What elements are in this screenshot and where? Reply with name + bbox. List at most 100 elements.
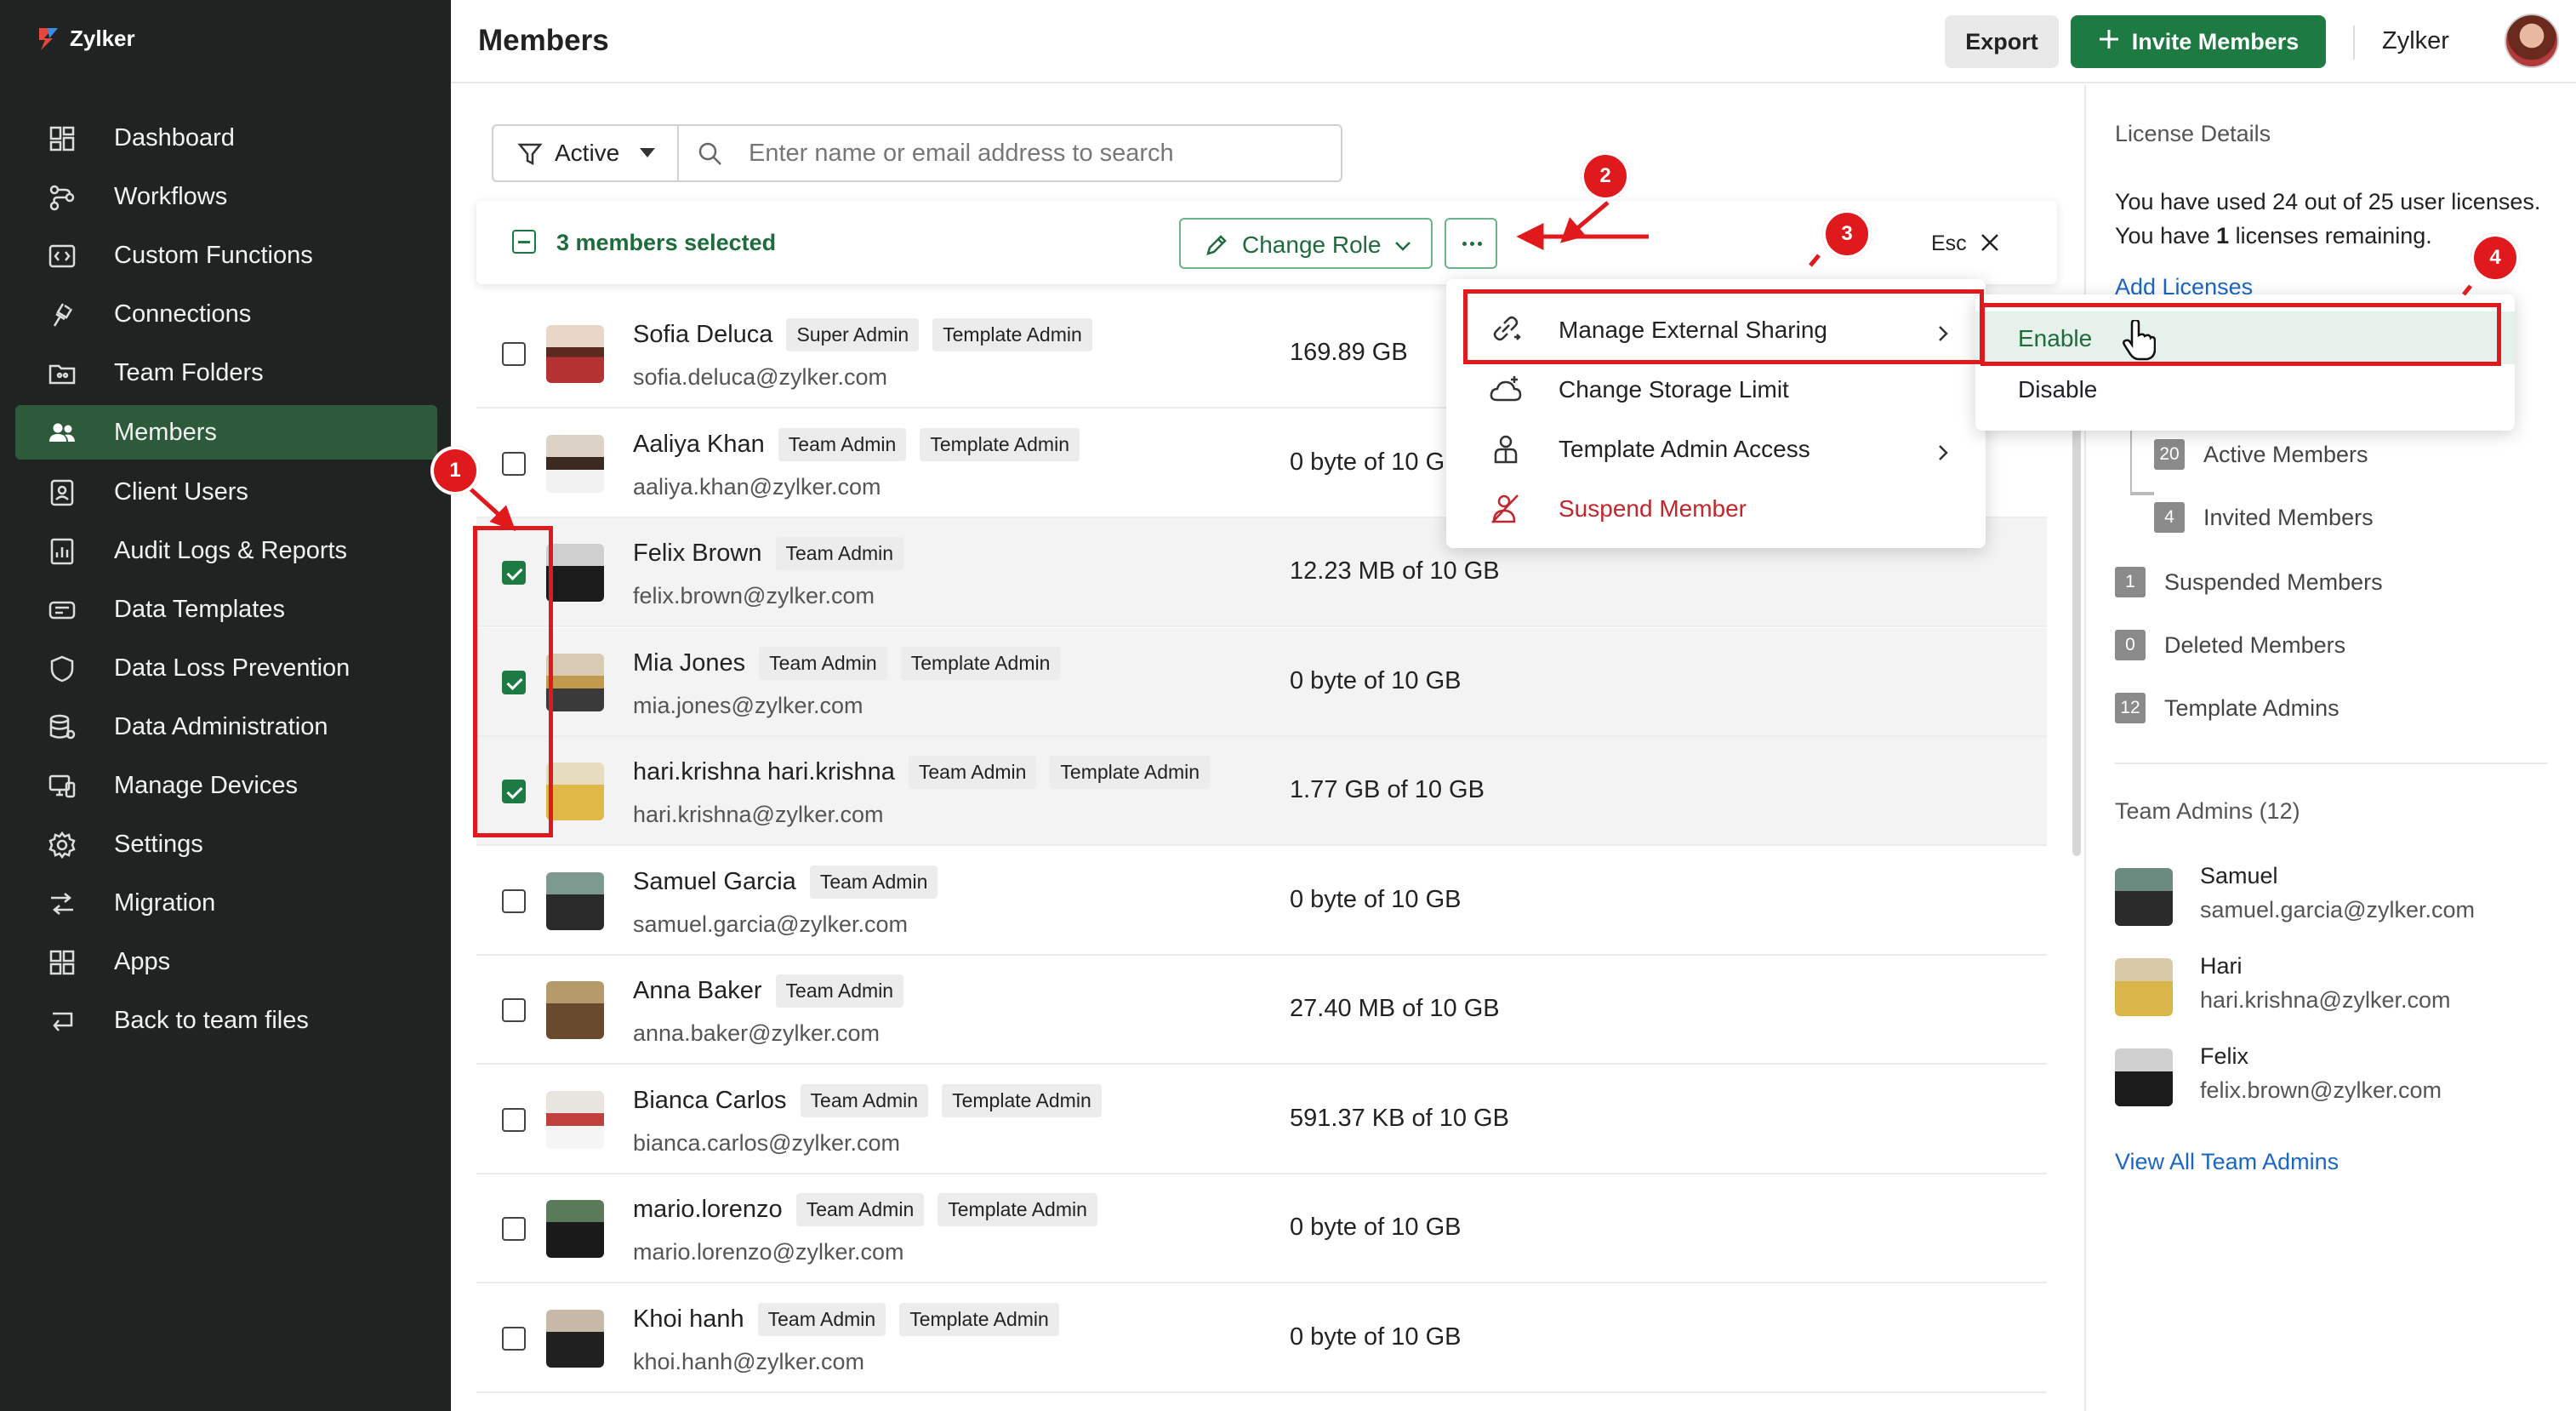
menu-item-change-storage-limit[interactable]: Change Storage Limit [1446,361,1986,419]
close-icon[interactable] [1979,231,2001,258]
enable-sharing-option[interactable]: Enable [1975,311,2515,364]
zylker-logo-icon [37,26,60,52]
count-label: Suspended Members [2164,568,2383,595]
row-checkbox[interactable] [502,780,526,803]
step-marker-2: 2 [1581,151,1630,201]
sidebar-item-migration[interactable]: Migration [15,876,437,930]
tree-connector [2130,458,2154,494]
table-row[interactable]: mario.lorenzo Team Admin Template Admin mar… [476,1174,2047,1283]
avatar [546,325,604,383]
select-all-checkbox[interactable] [512,230,536,254]
divider [2353,26,2355,60]
sidebar-item-label: Dashboard [114,124,235,151]
sidebar-item-team-folders[interactable]: Team Folders [15,346,437,400]
row-checkbox[interactable] [502,888,526,913]
member-name-group: Bianca Carlos Team Admin Template Admin [633,1083,1102,1117]
sidebar-item-audit-logs[interactable]: Audit Logs & Reports [15,523,437,578]
license-details-panel: License Details You have used 24 out of … [2084,85,2576,1411]
license-heading: License Details [2115,121,2271,146]
sidebar-item-workflows[interactable]: Workflows [15,169,437,224]
sidebar-item-back-to-team-files[interactable]: Back to team files [15,993,437,1048]
row-checkbox[interactable] [502,1107,526,1132]
invite-members-button[interactable]: Invite Members [2071,15,2326,68]
table-row[interactable]: Samuel Garcia Team Admin samuel.garcia@zyl… [476,847,2047,956]
change-role-button[interactable]: Change Role [1179,218,1433,269]
disable-sharing-option[interactable]: Disable [1975,363,2515,415]
row-checkbox[interactable] [502,342,526,366]
active-members-count[interactable]: 20 Active Members [2154,439,2368,470]
member-name[interactable]: Aaliya Khan [633,431,765,459]
pencil-icon [1205,233,1228,263]
role-badge: Template Admin [942,1083,1102,1117]
member-name[interactable]: Felix Brown [633,540,762,568]
row-checkbox[interactable] [502,670,526,694]
more-dot [1478,242,1482,246]
export-button[interactable]: Export [1945,15,2059,68]
row-checkbox[interactable] [502,998,526,1022]
sidebar-item-members[interactable]: Members [15,405,437,460]
member-name-group: Sofia Deluca Super Admin Template Admin [633,318,1092,351]
deleted-members-count[interactable]: 0 Deleted Members [2115,630,2345,660]
sidebar-item-data-administration[interactable]: Data Administration [15,700,437,754]
sidebar-item-settings[interactable]: Settings [15,817,437,871]
menu-item-manage-external-sharing[interactable]: Manage External Sharing [1446,301,1986,359]
sidebar-item-custom-functions[interactable]: Custom Functions [15,228,437,283]
row-checkbox[interactable] [502,1217,526,1241]
status-filter-dropdown[interactable]: Active [493,126,679,180]
view-all-team-admins-link[interactable]: View All Team Admins [2115,1149,2339,1175]
search-input[interactable] [681,126,1327,180]
member-name[interactable]: mario.lorenzo [633,1196,783,1224]
member-storage: 0 byte of 10 GB [1290,1322,1462,1351]
selected-count: 3 members selected [556,230,777,255]
user-avatar[interactable] [2505,14,2559,68]
table-row[interactable]: Mia Jones Team Admin Template Admin mia.jon… [476,627,2047,737]
member-name-group: mario.lorenzo Team Admin Template Admin [633,1193,1097,1226]
sidebar-item-manage-devices[interactable]: Manage Devices [15,758,437,813]
more-actions-button[interactable] [1445,218,1497,269]
member-name[interactable]: Mia Jones [633,649,745,677]
sidebar-item-data-templates[interactable]: Data Templates [15,582,437,637]
member-name[interactable]: Sofia Deluca [633,321,772,349]
table-row[interactable]: Anna Baker Team Admin anna.baker@zylker.co… [476,956,2047,1065]
role-badge: Team Admin [800,1083,929,1117]
member-name[interactable]: Samuel Garcia [633,868,796,896]
chevron-right-icon [1935,322,1952,349]
sidebar-item-apps[interactable]: Apps [15,934,437,989]
member-name[interactable]: Khoi hanh [633,1305,744,1334]
team-admin-item[interactable]: Felix felix.brown@zylker.com [2115,1042,2557,1118]
org-name[interactable]: Zylker [2382,27,2449,55]
table-row[interactable]: Bianca Carlos Team Admin Template Admin bia… [476,1065,2047,1174]
row-checkbox[interactable] [502,451,526,476]
member-name[interactable]: Anna Baker [633,977,762,1005]
menu-item-template-admin-access[interactable]: Template Admin Access [1446,420,1986,478]
template-admins-count[interactable]: 12 Template Admins [2115,693,2339,723]
gear-icon [48,831,77,860]
member-name-group: Samuel Garcia Team Admin [633,865,938,899]
external-sharing-submenu: Enable Disable [1975,294,2515,431]
menu-item-suspend-member[interactable]: Suspend Member [1446,480,1986,538]
template-icon [48,596,77,625]
plug-icon [48,300,77,329]
sidebar-item-data-loss-prevention[interactable]: Data Loss Prevention [15,641,437,695]
sidebar-item-label: Connections [114,300,252,328]
member-email: khoi.hanh@zylker.com [633,1348,865,1374]
table-row[interactable]: hari.krishna hari.krishna Team Admin Templ… [476,737,2047,846]
team-admin-name: Felix [2200,1043,2249,1069]
suspended-members-count[interactable]: 1 Suspended Members [2115,567,2383,597]
team-admin-item[interactable]: Hari hari.krishna@zylker.com [2115,951,2557,1028]
top-bar: Members Export Invite Members Zylker [451,0,2576,83]
disable-label: Disable [2018,376,2098,403]
sidebar-item-label: Apps [114,948,171,975]
member-name[interactable]: Bianca Carlos [633,1087,787,1115]
sidebar-item-dashboard[interactable]: Dashboard [15,111,437,165]
row-checkbox[interactable] [502,561,526,585]
table-row[interactable]: Khoi hanh Team Admin Template Admin khoi.ha… [476,1284,2047,1393]
row-checkbox[interactable] [502,1326,526,1351]
sidebar-item-connections[interactable]: Connections [15,287,437,341]
sidebar-item-client-users[interactable]: Client Users [15,465,437,519]
plus-icon [2098,28,2120,56]
team-admin-item[interactable]: Samuel samuel.garcia@zylker.com [2115,861,2557,938]
brand[interactable]: Zylker [37,26,135,52]
member-name[interactable]: hari.krishna hari.krishna [633,758,895,786]
invited-members-count[interactable]: 4 Invited Members [2154,502,2374,533]
